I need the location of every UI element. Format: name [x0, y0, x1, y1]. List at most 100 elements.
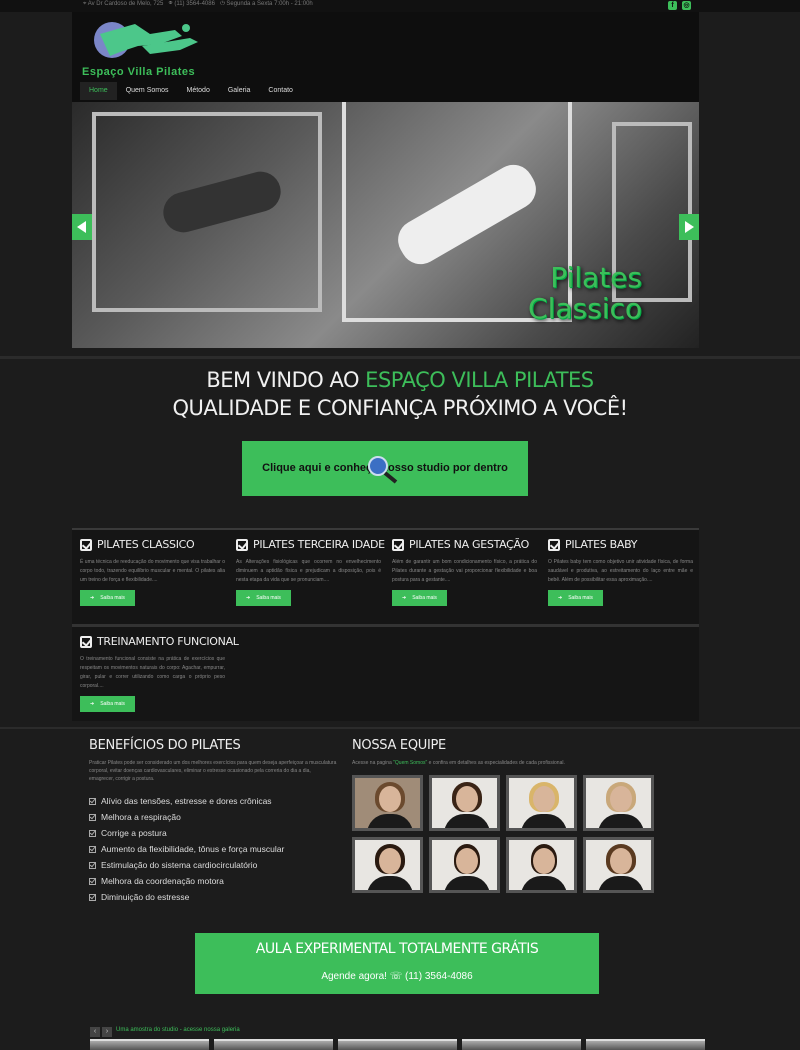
checkbox-icon: [89, 797, 96, 805]
top-bar: ⌖ Av Dr Cardoso de Melo, 725 ☏ (11) 3564…: [0, 0, 800, 12]
button-label: Saiba mais: [256, 595, 281, 601]
list-item-text: Aumento da flexibilidade, tônus e força …: [101, 844, 285, 854]
checkbox-icon: [392, 538, 404, 551]
nav-contato[interactable]: Contato: [259, 82, 302, 100]
team-member-photo[interactable]: [429, 837, 500, 893]
free-class-title: AULA EXPERIMENTAL TOTALMENTE GRÁTIS: [255, 941, 539, 957]
team-member-photo[interactable]: [352, 837, 423, 893]
saiba-mais-button[interactable]: ➜ Saiba mais: [236, 590, 291, 606]
clock-icon: ◷: [219, 1, 225, 7]
services-section: PILATES CLASSICO É uma técnica de reeduc…: [72, 528, 699, 721]
checkbox-icon: [236, 538, 248, 551]
checkbox-icon: [89, 893, 96, 901]
checkbox-icon: [89, 845, 96, 853]
list-item: Melhora a respiração: [89, 809, 284, 825]
instagram-icon[interactable]: ◎: [682, 1, 691, 10]
saiba-mais-button[interactable]: ➜ Saiba mais: [80, 590, 135, 606]
arrow-right-icon: ➜: [402, 595, 407, 601]
checkbox-icon: [80, 538, 92, 551]
services-separator: [72, 624, 699, 627]
team-intro: Acesse na pagina "Quem Somos" e confira …: [352, 759, 652, 767]
welcome-highlight: ESPAÇO VILLA PILATES: [365, 368, 594, 392]
team-member-photo[interactable]: [583, 775, 654, 831]
caption-line-1: Pilates: [550, 261, 642, 294]
location-icon: ⌖: [83, 1, 87, 7]
button-label: Saiba mais: [412, 595, 437, 601]
quem-somos-link[interactable]: "Quem Somos": [393, 760, 427, 766]
arrow-right-icon: ➜: [558, 595, 563, 601]
gallery-thumbnail[interactable]: [586, 1039, 705, 1050]
arrow-left-icon: [77, 221, 86, 233]
checkbox-icon: [89, 829, 96, 837]
gallery-thumbnail[interactable]: [462, 1039, 581, 1050]
arrow-right-icon: ➜: [90, 701, 95, 707]
benefits-intro: Praticar Pilates pode ser considerado um…: [89, 760, 337, 782]
welcome-prefix: BEM VINDO AO: [206, 368, 366, 392]
gallery-next-button[interactable]: ›: [102, 1027, 112, 1037]
service-title: TREINAMENTO FUNCIONAL: [80, 635, 239, 648]
team-grid: [352, 775, 654, 895]
free-class-banner[interactable]: AULA EXPERIMENTAL TOTALMENTE GRÁTIS Agen…: [195, 933, 599, 994]
list-item: Diminuição do estresse: [89, 889, 284, 905]
arrow-right-icon: [685, 221, 694, 233]
team-member-photo[interactable]: [506, 837, 577, 893]
address-text: Av Dr Cardoso de Melo, 725: [87, 1, 164, 7]
team-member-photo[interactable]: [352, 775, 423, 831]
slider-next-button[interactable]: [679, 214, 699, 240]
saiba-mais-button[interactable]: ➜ Saiba mais: [392, 590, 447, 606]
team-member-photo[interactable]: [506, 775, 577, 831]
slider-caption: Pilates Classico: [482, 262, 642, 324]
list-item-text: Corrige a postura: [101, 828, 167, 838]
checkbox-icon: [89, 861, 96, 869]
section-divider: [0, 727, 800, 729]
main-nav: Home Quem Somos Método Galeria Contato: [80, 82, 302, 100]
gallery-thumbnail[interactable]: [338, 1039, 457, 1050]
gallery-prev-button[interactable]: ‹: [90, 1027, 100, 1037]
list-item: Alívio das tensões, estresse e dores crô…: [89, 793, 284, 809]
service-card: PILATES CLASSICO É uma técnica de reeduc…: [80, 538, 225, 606]
gallery-thumbnail[interactable]: [214, 1039, 333, 1050]
nav-quem-somos[interactable]: Quem Somos: [117, 82, 178, 100]
saiba-mais-button[interactable]: ➜ Saiba mais: [548, 590, 603, 606]
schedule-text: Agende agora!: [321, 971, 387, 982]
nav-home[interactable]: Home: [80, 82, 117, 100]
studio-tour-button[interactable]: Clique aqui e conheça nosso studio por d…: [242, 441, 528, 496]
checkbox-icon: [548, 538, 560, 551]
list-item-text: Estimulação do sistema cardiocirculatóri…: [101, 860, 258, 870]
welcome-subheading: QUALIDADE E CONFIANÇA PRÓXIMO A VOCÊ!: [172, 396, 628, 420]
gallery-thumbnail[interactable]: [90, 1039, 209, 1050]
team-intro-prefix: Acesse na pagina: [352, 760, 394, 766]
team-member-photo[interactable]: [583, 837, 654, 893]
service-description: O Pilates baby tem como objetivo unir at…: [548, 559, 693, 583]
list-item: Estimulação do sistema cardiocirculatóri…: [89, 857, 284, 873]
service-title-text: TREINAMENTO FUNCIONAL: [97, 635, 239, 648]
hero-slider: Pilates Classico: [72, 102, 699, 348]
list-item: Melhora da coordenação motora: [89, 873, 284, 889]
welcome-heading: BEM VINDO AO ESPAÇO VILLA PILATES: [0, 368, 800, 392]
nav-metodo[interactable]: Método: [177, 82, 218, 100]
checkbox-icon: [80, 635, 92, 648]
slider-prev-button[interactable]: [72, 214, 92, 240]
social-links: f ◎: [668, 1, 691, 10]
list-item: Aumento da flexibilidade, tônus e força …: [89, 841, 284, 857]
team-member-photo[interactable]: [429, 775, 500, 831]
service-description: É uma técnica de reeducação do movimento…: [80, 559, 225, 583]
saiba-mais-button[interactable]: ➜ Saiba mais: [80, 696, 135, 712]
list-item-text: Melhora da coordenação motora: [101, 876, 224, 886]
service-title-text: PILATES CLASSICO: [97, 538, 195, 551]
phone-icon: ☏: [389, 971, 403, 982]
service-title: PILATES BABY: [548, 538, 693, 551]
nav-galeria[interactable]: Galeria: [219, 82, 260, 100]
team-title: NOSSA EQUIPE: [352, 738, 446, 753]
service-title-text: PILATES BABY: [565, 538, 638, 551]
phone-number: (11) 3564-4086: [405, 971, 473, 982]
service-card: PILATES TERCEIRA IDADE As Alterações fis…: [236, 538, 385, 606]
list-item-text: Alívio das tensões, estresse e dores crô…: [101, 796, 272, 806]
arrow-right-icon: ➜: [246, 595, 251, 601]
magnifier-icon: [368, 456, 398, 484]
benefits-title: BENEFÍCIOS DO PILATES: [89, 738, 241, 753]
gallery-nav: ‹ ›: [90, 1027, 112, 1037]
facebook-icon[interactable]: f: [668, 1, 677, 10]
gallery-label: Uma amostra do studio - acesse nossa gal…: [116, 1027, 240, 1033]
phone-icon: ☏: [168, 1, 173, 7]
